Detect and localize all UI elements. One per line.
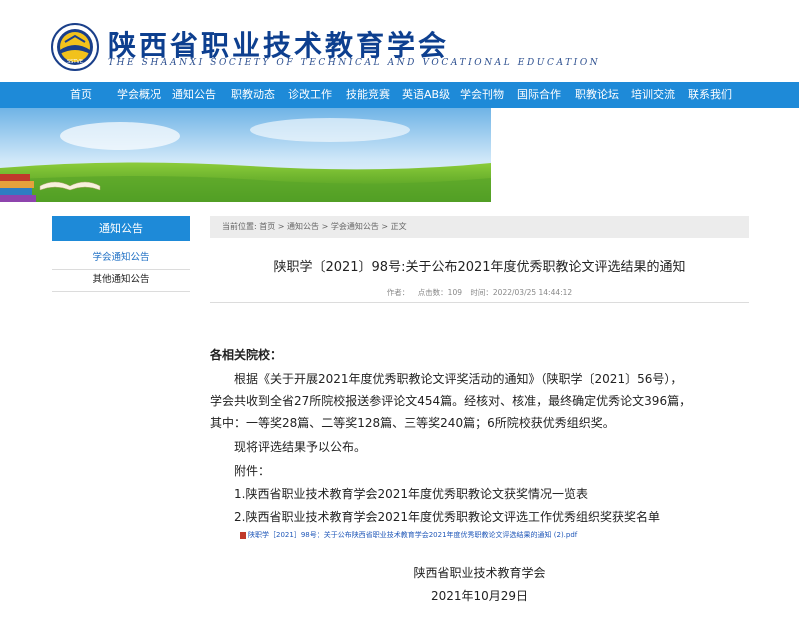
site-subtitle: THE SHAANXI SOCIETY OF TECHNICAL AND VOC…: [108, 58, 601, 68]
society-logo-icon[interactable]: SSTVE: [50, 22, 100, 72]
breadcrumb-separator: >: [321, 222, 329, 231]
banner-image: [0, 108, 491, 202]
meta-clicks: 点击数：109: [417, 288, 463, 297]
breadcrumb: 当前位置: 首页 > 通知公告 > 学会通知公告 > 正文: [210, 216, 749, 238]
nav-item-about[interactable]: 学会概况: [117, 82, 161, 108]
attachment-label: 附件：: [210, 464, 271, 478]
sidebar-heading: 通知公告: [52, 216, 190, 241]
article-title: 陕职学〔2021〕98号:关于公布2021年度优秀职教论文评选结果的通知: [273, 260, 686, 275]
article-meta: 作者： 点击数：109 时间：2022/03/25 14:44:12: [210, 287, 749, 298]
pdf-file-icon: [240, 531, 246, 539]
breadcrumb-notices[interactable]: 通知公告: [287, 216, 319, 238]
site-header: SSTVE 陕西省职业技术教育学会 THE SHAANXI SOCIETY OF…: [0, 0, 799, 82]
pdf-link-text[interactable]: 陕职学［2021］98号：关于公布陕西省职业技术教育学会2021年度优秀职教论文…: [248, 531, 577, 539]
article-paragraph-line: 学会共收到全省27所院校报送参评论文454篇。经核对、核准，最终确定优秀论文39…: [210, 394, 692, 408]
attachment-item: 1.陕西省职业技术教育学会2021年度优秀职教论文获奖情况一览表: [210, 487, 588, 501]
attachment-item: 2.陕西省职业技术教育学会2021年度优秀职教论文评选工作优秀组织奖获奖名单: [210, 510, 660, 524]
sidebar-item-society-notices[interactable]: 学会通知公告: [52, 247, 190, 270]
nav-item-english-ab[interactable]: 英语AB级: [402, 82, 450, 108]
meta-author: 作者：: [386, 288, 410, 297]
nav-item-news[interactable]: 职教动态: [231, 82, 275, 108]
breadcrumb-separator: >: [277, 222, 285, 231]
breadcrumb-home[interactable]: 首页: [259, 216, 275, 238]
breadcrumb-separator: >: [381, 222, 389, 231]
nav-item-home[interactable]: 首页: [70, 82, 92, 108]
breadcrumb-society-notices[interactable]: 学会通知公告: [331, 216, 379, 238]
nav-item-notices[interactable]: 通知公告: [172, 82, 216, 108]
sidebar-item-other-notices[interactable]: 其他通知公告: [52, 269, 190, 292]
breadcrumb-current: 正文: [390, 222, 407, 231]
article-salutation: 各相关院校：: [210, 348, 283, 362]
nav-item-contact[interactable]: 联系我们: [688, 82, 732, 108]
nav-item-forum[interactable]: 职教论坛: [575, 82, 619, 108]
article-paragraph-line: 其中：一等奖28篇、二等奖128篇、三等奖240篇；6所院校获优秀组织奖。: [210, 416, 615, 430]
pdf-attachment-link[interactable]: 陕职学［2021］98号：关于公布陕西省职业技术教育学会2021年度优秀职教论文…: [240, 530, 577, 540]
nav-item-training[interactable]: 培训交流: [631, 82, 675, 108]
nav-item-international[interactable]: 国际合作: [517, 82, 561, 108]
article-announcement: 现将评选结果予以公布。: [210, 440, 367, 454]
breadcrumb-label: 当前位置:: [222, 222, 257, 231]
article-paragraph-line: 根据《关于开展2021年度优秀职教论文评奖活动的通知》（陕职学〔2021〕56号…: [210, 372, 683, 386]
article-divider: [210, 302, 749, 303]
nav-item-diagnosis[interactable]: 诊改工作: [288, 82, 332, 108]
meta-time: 时间：2022/03/25 14:44:12: [470, 288, 573, 297]
svg-text:SSTVE: SSTVE: [67, 59, 83, 65]
signature-org: 陕西省职业技术教育学会: [413, 566, 546, 580]
signature-date: 2021年10月29日: [430, 589, 529, 603]
nav-item-journal[interactable]: 学会刊物: [460, 82, 504, 108]
nav-item-competition[interactable]: 技能竞赛: [346, 82, 390, 108]
main-nav: 首页 学会概况 通知公告 职教动态 诊改工作 技能竞赛 英语AB级 学会刊物 国…: [0, 82, 799, 108]
